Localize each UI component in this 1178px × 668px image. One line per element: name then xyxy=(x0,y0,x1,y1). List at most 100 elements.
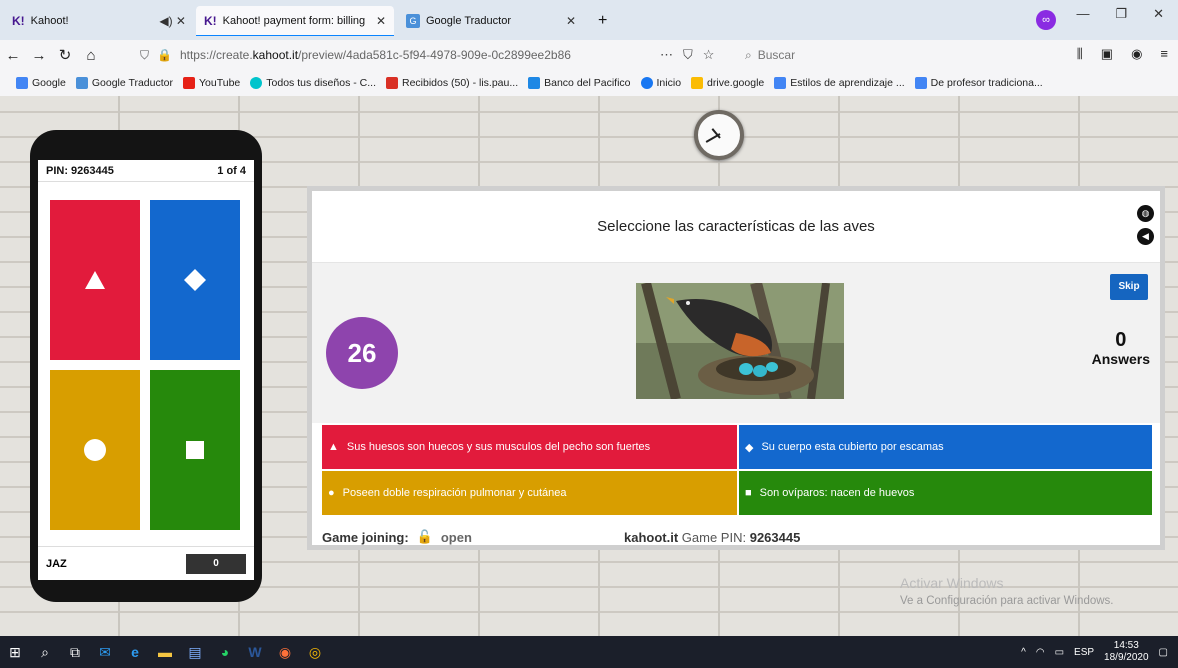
url-bar[interactable]: ⛉ 🔒 https://create.kahoot.it/preview/4ad… xyxy=(140,44,640,66)
tab-kahoot[interactable]: K! Kahoot! ◀) ✕ xyxy=(4,6,194,36)
circle-icon xyxy=(84,439,106,461)
answer-option-blue[interactable]: ◆ Su cuerpo esta cubierto por escamas xyxy=(739,425,1152,469)
answers-count: 0 xyxy=(1115,329,1127,351)
kahoot-icon: K! xyxy=(204,14,217,28)
browser-tab-bar: K! Kahoot! ◀) ✕ K! Kahoot! payment form:… xyxy=(0,0,1178,40)
account-icon[interactable]: ◉ xyxy=(1131,46,1142,62)
maximize-icon[interactable]: ❐ xyxy=(1115,6,1127,22)
notifications-icon[interactable]: ▢ xyxy=(1159,647,1168,658)
sidebar-icon[interactable]: ▣ xyxy=(1101,46,1113,62)
private-mask-icon[interactable]: ∞ xyxy=(1036,10,1056,30)
minimize-icon[interactable]: — xyxy=(1076,6,1089,22)
search-icon[interactable]: ⌕ xyxy=(30,636,60,668)
answer-text: Su cuerpo esta cubierto por escamas xyxy=(761,441,944,453)
tab-google-traductor[interactable]: G Google Traductor ✕ xyxy=(398,6,584,36)
wifi-icon[interactable]: ◠ xyxy=(1036,647,1045,658)
close-window-icon[interactable]: ✕ xyxy=(1153,6,1164,22)
pocket-icon[interactable]: ⛉ xyxy=(683,47,693,63)
file-explorer-icon[interactable]: ▬ xyxy=(150,636,180,668)
phone-preview: PIN: 9263445 1 of 4 JAZ 0 xyxy=(30,130,262,602)
question-title: Seleccione las características de las av… xyxy=(597,218,875,235)
game-joining-status[interactable]: open xyxy=(441,530,472,545)
game-joining-label: Game joining: xyxy=(322,529,409,545)
taskbar-clock[interactable]: 14:53 18/9/2020 xyxy=(1104,640,1149,664)
answers-label: Answers xyxy=(1091,351,1150,367)
task-view-icon[interactable]: ⧉ xyxy=(60,636,90,668)
phone-answer-red[interactable] xyxy=(50,200,140,360)
menu-icon[interactable]: ≡ xyxy=(1160,46,1168,62)
bookmark-inicio[interactable]: Inicio xyxy=(640,77,681,89)
robin-nest-image xyxy=(636,283,844,399)
google-translate-icon xyxy=(75,77,88,89)
google-icon xyxy=(914,77,927,89)
answer-option-red[interactable]: ▲ Sus huesos son huecos y sus musculos d… xyxy=(322,425,737,469)
chevron-up-icon[interactable]: ^ xyxy=(1021,647,1026,658)
mute-close-icon[interactable]: ◀) ✕ xyxy=(159,14,186,28)
phone-answer-green[interactable] xyxy=(150,370,240,530)
unlock-icon[interactable]: 🔓 xyxy=(417,529,433,545)
search-input[interactable]: ⌕ Buscar xyxy=(745,46,1005,64)
square-icon: ■ xyxy=(745,487,752,499)
forward-icon[interactable]: → xyxy=(26,47,52,64)
answer-text: Poseen doble respiración pulmonar y cutá… xyxy=(342,487,567,499)
windows-taskbar: ⊞ ⌕ ⧉ ✉ e ▬ ▤ ◕ W ◉ ◎ ^ ◠ ▭ ESP 14:53 18… xyxy=(0,636,1178,668)
skip-button[interactable]: Skip xyxy=(1110,274,1148,300)
phone-progress: 1 of 4 xyxy=(217,164,246,177)
canva-icon xyxy=(250,77,263,89)
bookmark-google[interactable]: Google xyxy=(16,77,66,89)
new-tab-button[interactable]: + xyxy=(590,6,620,36)
reload-icon[interactable]: ↻ xyxy=(52,46,78,64)
answer-option-yellow[interactable]: ● Poseen doble respiración pulmonar y cu… xyxy=(322,471,737,515)
chrome-icon[interactable]: ◎ xyxy=(300,636,330,668)
square-icon xyxy=(186,441,204,459)
player-score: 0 xyxy=(186,553,246,574)
store-icon[interactable]: ▤ xyxy=(180,636,210,668)
firefox-icon[interactable]: ◉ xyxy=(270,636,300,668)
phone-pin: PIN: 9263445 xyxy=(46,164,114,177)
answer-option-green[interactable]: ■ Son ovíparos: nacen de huevos xyxy=(739,471,1152,515)
language-indicator[interactable]: ESP xyxy=(1074,647,1094,658)
library-icon[interactable]: ⫼ xyxy=(1077,46,1083,62)
bookmark-drive[interactable]: drive.google xyxy=(691,77,764,89)
bookmark-banco[interactable]: Banco del Pacifico xyxy=(528,77,631,89)
toolbar-icons: ⫼ ▣ ◉ ≡ xyxy=(1077,46,1168,62)
word-icon[interactable]: W xyxy=(240,636,270,668)
triangle-icon: ▲ xyxy=(328,441,339,453)
question-header: Seleccione las características de las av… xyxy=(312,191,1160,263)
edge-icon[interactable]: e xyxy=(120,636,150,668)
window-controls: — ❐ ✕ xyxy=(1076,6,1178,22)
url-text: https://create.kahoot.it/preview/4ada581… xyxy=(179,48,571,62)
search-placeholder: Buscar xyxy=(757,48,796,62)
more-icon[interactable]: ⋯ xyxy=(660,47,673,63)
close-icon[interactable]: ✕ xyxy=(376,14,386,28)
phone-answer-blue[interactable] xyxy=(150,200,240,360)
star-icon[interactable]: ☆ xyxy=(703,47,715,63)
tab-kahoot-payment[interactable]: K! Kahoot! payment form: billing ✕ xyxy=(196,6,394,36)
phone-answer-yellow[interactable] xyxy=(50,370,140,530)
answer-text: Sus huesos son huecos y sus musculos del… xyxy=(346,441,651,453)
player-name: JAZ xyxy=(46,557,67,570)
phone-screen: PIN: 9263445 1 of 4 JAZ 0 xyxy=(38,160,254,580)
bookmark-google-traductor[interactable]: Google Traductor xyxy=(75,77,173,89)
mail-icon[interactable]: ✉ xyxy=(90,636,120,668)
whatsapp-icon[interactable]: ◕ xyxy=(210,636,240,668)
close-icon[interactable]: ✕ xyxy=(566,14,576,28)
navigation-bar: ← → ↻ ⌂ ⛉ 🔒 https://create.kahoot.it/pre… xyxy=(0,40,1178,70)
bookmark-profesor[interactable]: De profesor tradiciona... xyxy=(914,77,1043,89)
back-icon[interactable]: ← xyxy=(0,47,26,64)
answer-text: Son ovíparos: nacen de huevos xyxy=(759,487,915,499)
diamond-icon: ◆ xyxy=(745,441,754,454)
sound-icon[interactable]: ◀ xyxy=(1137,228,1154,245)
windows-start-icon[interactable]: ⊞ xyxy=(0,636,30,668)
bank-icon xyxy=(528,77,541,89)
google-icon xyxy=(16,77,28,89)
battery-icon[interactable]: ▭ xyxy=(1055,647,1064,658)
globe-icon[interactable]: ◍ xyxy=(1137,205,1154,222)
bookmark-gmail[interactable]: Recibidos (50) - lis.pau... xyxy=(385,77,518,89)
bookmark-youtube[interactable]: YouTube xyxy=(183,77,240,89)
game-panel: Seleccione las características de las av… xyxy=(307,186,1165,550)
game-pin-info: kahoot.it Game PIN: 9263445 xyxy=(624,529,801,545)
bookmark-canva[interactable]: Todos tus diseños - C... xyxy=(250,77,376,89)
bookmark-estilos[interactable]: Estilos de aprendizaje ... xyxy=(774,77,905,89)
home-icon[interactable]: ⌂ xyxy=(78,47,104,64)
